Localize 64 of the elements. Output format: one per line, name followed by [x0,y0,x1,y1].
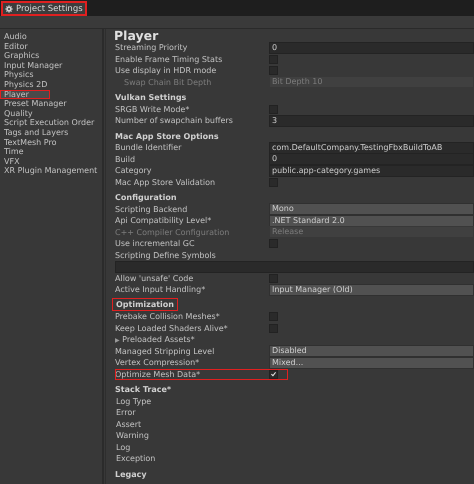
setting-label: Scripting Define Symbols [115,250,217,260]
setting-label: Allow 'unsafe' Code [115,274,194,283]
setting-label: Keep Loaded Shaders Alive* [115,324,229,333]
setting-label: Log [115,442,132,452]
sidebar-item[interactable]: Graphics [0,51,102,61]
sidebar-item[interactable]: XR Plugin Management [0,166,102,176]
section-header: Optimization [113,298,177,310]
section-header: Vulkan Settings [114,93,188,102]
setting-label: Swap Chain Bit Depth [123,78,212,87]
setting-label: Log Type [115,396,152,406]
setting-label: Mac App Store Validation [115,178,216,187]
project-settings-tab[interactable]: Project Settings [1,1,87,16]
sidebar-item[interactable]: Tags and Layers [0,128,102,138]
input-field[interactable]: 0 [269,42,474,54]
setting-label: Prebake Collision Meshes* [115,312,221,322]
sidebar-item[interactable]: Physics [0,70,102,80]
setting-label: C++ Compiler Configuration [115,228,230,237]
setting-label: Assert [115,420,142,429]
setting-label: Bundle Identifier [115,143,182,152]
input-field[interactable]: public.app-category.games [269,164,474,177]
setting-label: Exception [115,454,156,464]
input-field[interactable]: 0 [269,153,474,166]
settings-icon [5,4,13,12]
setting-label: Error [115,408,136,418]
section-header: Legacy [114,470,148,478]
setting-label: SRGB Write Mode* [115,104,190,114]
setting-label: Managed Stripping Level [115,346,216,356]
sidebar-item[interactable]: Script Execution Order [0,118,102,128]
sidebar-item[interactable]: Audio [0,32,102,42]
sidebar-item[interactable]: VFX [0,156,102,166]
sidebar-item[interactable]: Time [0,147,102,157]
panel-title: Player [113,29,160,42]
setting-label: Category [115,166,153,176]
sidebar-item[interactable]: Physics 2D [0,80,102,90]
setting-label: Scripting Backend [115,204,188,214]
sidebar-item[interactable]: Preset Manager [0,99,102,109]
setting-label: Active Input Handling* [115,285,206,294]
section-header: Stack Trace* [114,385,172,394]
dropdown[interactable]: Mixed... [269,356,474,369]
setting-label: Vertex Compression* [115,358,200,368]
input-field[interactable]: com.DefaultCompany.TestingFbxBuildToAB [269,142,474,154]
setting-label: Streaming Priority [115,43,188,52]
setting-label: Optimize Mesh Data* [115,370,202,379]
sidebar-item[interactable]: Quality [0,108,102,118]
dropdown[interactable]: .NET Standard 2.0 [269,214,474,227]
dropdown[interactable]: Input Manager (Old) [269,284,474,296]
sidebar-item[interactable]: Player [0,90,50,100]
sidebar-item[interactable]: Editor [0,42,102,52]
checkbox[interactable] [269,370,278,379]
setting-label: Enable Frame Timing Stats [115,54,224,64]
section-header: Mac App Store Options [114,132,220,140]
setting-label: Build [115,154,136,164]
setting-label: Use incremental GC [115,239,196,248]
dropdown[interactable]: Disabled [269,345,474,358]
setting-label: Number of swapchain buffers [115,116,234,126]
setting-label: Api Compatibility Level* [115,216,212,226]
sidebar-item[interactable]: Input Manager [0,60,102,70]
setting-label: Warning [115,431,150,440]
input-field[interactable]: 3 [269,114,474,127]
section-header: Configuration [114,193,178,202]
setting-label: Use display in HDR mode [115,66,218,76]
dropdown[interactable]: Mono [269,203,474,216]
sidebar-item[interactable]: TextMesh Pro [0,138,102,148]
checkbox[interactable] [269,66,278,76]
